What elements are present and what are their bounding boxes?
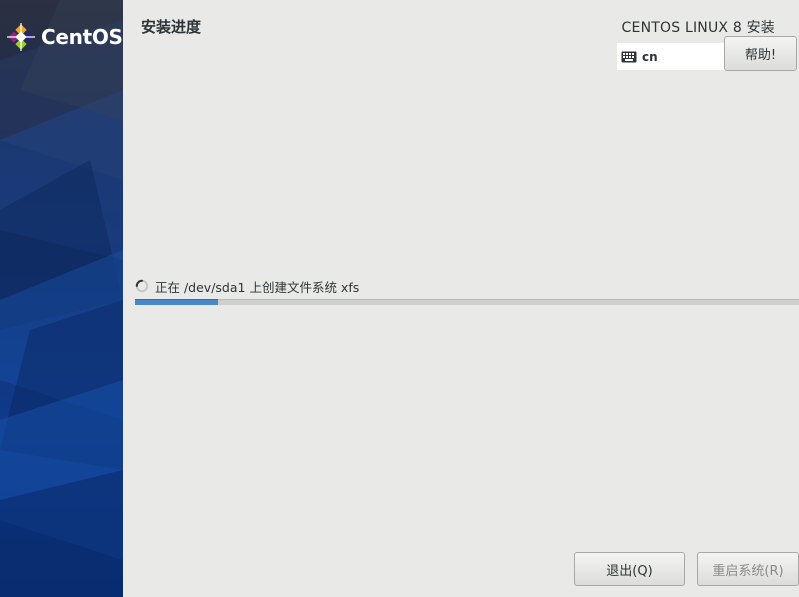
keyboard-layout-label: cn <box>642 49 658 64</box>
product-title: CENTOS LINUX 8 安装 <box>621 20 775 36</box>
installer-window: CentOS 安装进度 CENTOS LINUX 8 安装 cn 帮助! 正在 … <box>0 0 799 597</box>
keyboard-layout-indicator[interactable]: cn <box>617 43 729 70</box>
reboot-button[interactable]: 重启系统(R) <box>697 552 799 586</box>
main-panel: 安装进度 CENTOS LINUX 8 安装 cn 帮助! 正在 /dev/sd… <box>123 0 799 597</box>
sidebar: CentOS <box>0 0 123 597</box>
install-progress-bar <box>135 299 799 305</box>
centos-logo: CentOS <box>6 22 123 52</box>
help-button[interactable]: 帮助! <box>724 36 797 71</box>
progress-status-text: 正在 /dev/sda1 上创建文件系统 xfs <box>155 279 360 295</box>
centos-wordmark: CentOS <box>41 25 123 49</box>
keyboard-icon <box>621 51 637 62</box>
centos-logo-icon <box>7 23 35 51</box>
page-title: 安装进度 <box>141 18 202 36</box>
spinner-icon <box>135 279 149 293</box>
quit-button[interactable]: 退出(Q) <box>574 552 685 586</box>
sidebar-background-art <box>0 0 123 597</box>
progress-status: 正在 /dev/sda1 上创建文件系统 xfs <box>135 277 359 295</box>
install-progress-fill <box>135 299 218 305</box>
